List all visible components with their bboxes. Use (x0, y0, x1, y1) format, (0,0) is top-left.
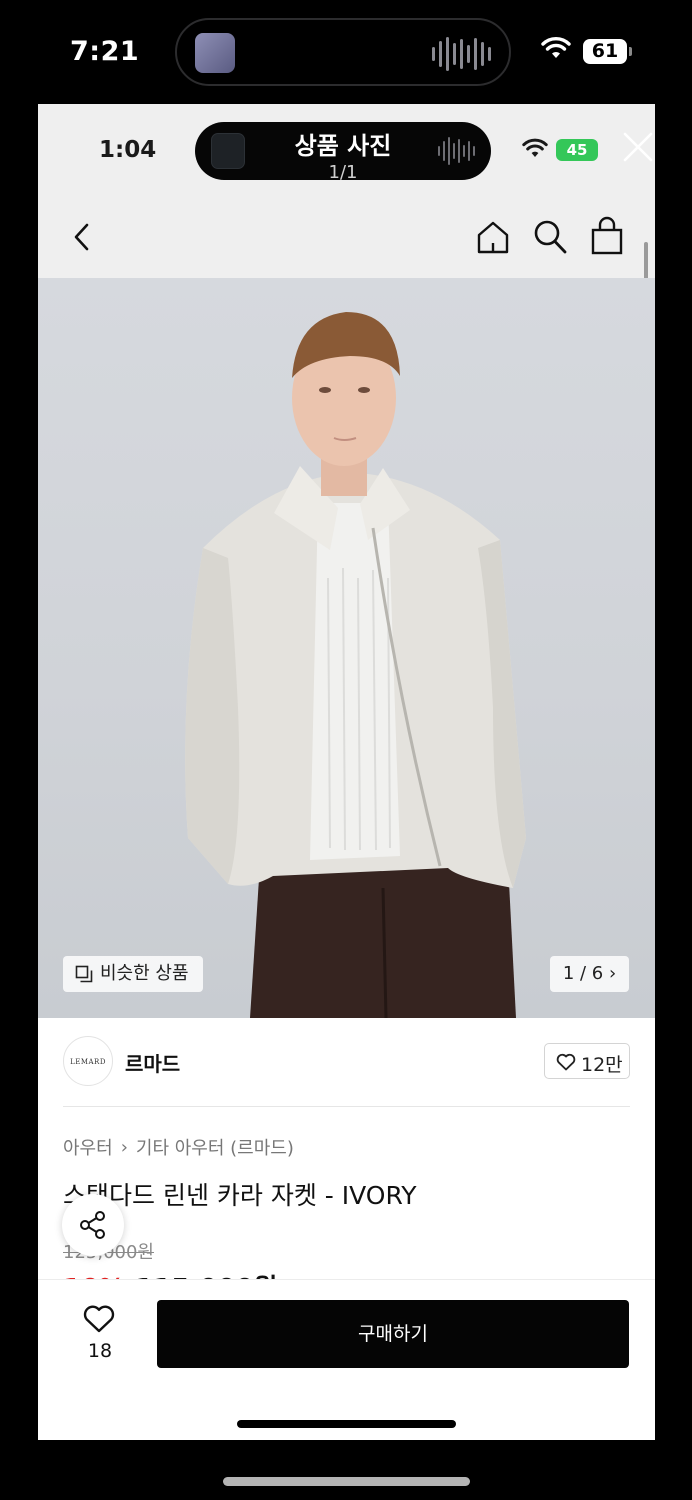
breadcrumb: 아우터 › 기타 아우터 (르마드) (63, 1134, 294, 1160)
inner-status-time: 1:04 (99, 137, 157, 163)
viewer-counter: 1/1 (328, 162, 358, 183)
breadcrumb-item[interactable]: 아우터 (63, 1134, 113, 1160)
shopping-bag-icon[interactable] (590, 216, 624, 256)
similar-products-button[interactable]: 비슷한 상품 (63, 956, 203, 992)
home-indicator[interactable] (223, 1477, 470, 1486)
brand-like-button[interactable]: 12만 (544, 1043, 630, 1079)
product-page-screenshot: 1:04 상품 사진 1/1 45 비슷한 상품 1 / 6 › LEMARD … (38, 104, 655, 1440)
brand-like-count: 12만 (581, 1054, 623, 1076)
breadcrumb-item[interactable]: 기타 아우터 (르마드) (136, 1134, 294, 1160)
product-photo[interactable]: 비슷한 상품 1 / 6 › (38, 278, 655, 1018)
audio-waveform-icon (432, 36, 491, 72)
home-icon[interactable] (474, 218, 512, 256)
divider (63, 1106, 630, 1107)
share-icon (80, 1211, 105, 1239)
model-illustration (185, 312, 526, 1018)
heart-icon (556, 1053, 576, 1071)
share-button[interactable] (62, 1194, 124, 1256)
buy-button[interactable]: 구매하기 (157, 1300, 629, 1368)
photo-page-indicator[interactable]: 1 / 6 › (550, 956, 629, 992)
battery-indicator: 61 (583, 39, 632, 64)
now-playing-thumbnail (195, 33, 235, 73)
purchase-bar: 18 구매하기 (38, 1279, 655, 1440)
outer-status-time: 7:21 (70, 36, 140, 67)
wishlist-heart-icon[interactable] (82, 1304, 116, 1334)
similar-products-label: 비슷한 상품 (100, 963, 189, 984)
wishlist-count: 18 (87, 1340, 113, 1362)
brand-logo[interactable]: LEMARD (63, 1036, 113, 1086)
brand-name[interactable]: 르마드 (125, 1048, 180, 1077)
back-icon[interactable] (68, 220, 96, 254)
inner-wifi-icon (522, 138, 548, 157)
chevron-right-icon: › (120, 1136, 128, 1158)
wifi-icon (541, 37, 571, 58)
inner-home-indicator (237, 1420, 456, 1428)
dynamic-island[interactable] (175, 18, 511, 86)
photo-page-text: 1 / 6 (562, 963, 604, 984)
chevron-right-icon: › (608, 963, 617, 984)
search-icon[interactable] (532, 218, 568, 256)
close-icon[interactable] (622, 131, 654, 163)
viewer-title: 상품 사진 (294, 132, 392, 160)
similar-icon (75, 965, 93, 983)
inner-battery-indicator: 45 (556, 139, 598, 161)
